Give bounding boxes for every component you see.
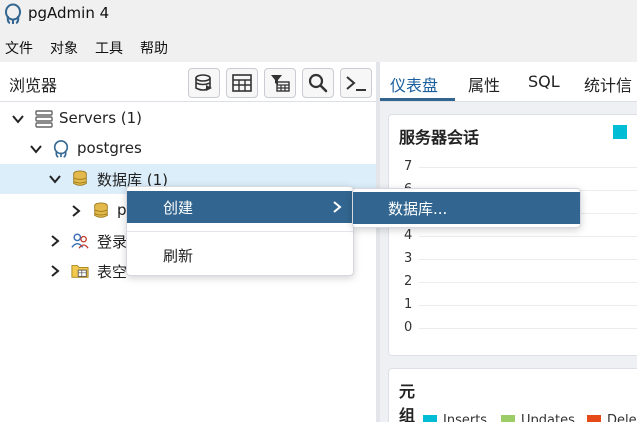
dashboard-panel: 仪表盘 属性 SQL 统计信 服务器会话 7 6 5 4 3 2 1 0 (380, 62, 637, 422)
psql-tool-button[interactable] (340, 68, 372, 98)
y-tick-label: 4 (404, 228, 413, 243)
view-data-button[interactable] (226, 68, 258, 98)
y-tick-label: 2 (404, 274, 413, 289)
tuples-title-line1: 元 (399, 382, 416, 401)
y-tick-label: 7 (404, 159, 413, 174)
server-sessions-card: 服务器会话 7 6 5 4 3 2 1 0 (388, 114, 637, 356)
inserts-legend-label: Inserts (443, 413, 488, 422)
chevron-right-icon[interactable] (48, 234, 62, 248)
y-tick-label: 0 (404, 320, 413, 335)
filter-table-icon (271, 75, 290, 92)
chevron-right-icon[interactable] (69, 204, 83, 218)
chevron-right-icon[interactable] (48, 264, 62, 278)
tree-label-servers: Servers (1) (59, 109, 143, 127)
server-sessions-title: 服务器会话 (399, 128, 480, 147)
gridline (419, 259, 637, 260)
tab-properties[interactable]: 属性 (468, 72, 500, 96)
search-objects-button[interactable] (302, 68, 334, 98)
tree-label-login-roles: 登录 (97, 233, 128, 251)
tab-sql[interactable]: SQL (528, 72, 560, 91)
gridline (419, 167, 637, 168)
y-tick-label: 1 (404, 297, 413, 312)
menu-separator (127, 231, 353, 232)
tab-bar: 仪表盘 属性 SQL 统计信 (380, 62, 637, 102)
gridline (419, 305, 637, 306)
menu-help[interactable]: 帮助 (140, 38, 168, 58)
context-menu: 创建 刷新 (126, 186, 354, 276)
tab-dashboard[interactable]: 仪表盘 (390, 72, 438, 96)
updates-legend-swatch (501, 415, 515, 422)
tuples-title-line2: 组 (399, 406, 416, 422)
menu-object[interactable]: 对象 (50, 38, 78, 58)
tab-statistics[interactable]: 统计信 (584, 72, 632, 96)
filtered-rows-button[interactable] (264, 68, 296, 98)
refresh-label: 刷新 (163, 247, 194, 265)
pgadmin-logo-icon (5, 3, 21, 24)
title-bar: pgAdmin 4 (0, 0, 637, 30)
database-icon (73, 170, 87, 186)
updates-legend-label: Updates (521, 413, 575, 422)
login-roles-icon (71, 233, 89, 249)
menu-tools[interactable]: 工具 (95, 38, 123, 58)
inserts-legend-swatch (423, 415, 437, 422)
create-label: 创建 (163, 199, 194, 217)
browser-header: 浏览器 (0, 62, 376, 102)
active-tab-indicator (380, 98, 455, 101)
deletes-legend-swatch (587, 415, 601, 422)
gridline (419, 282, 637, 283)
chevron-down-icon[interactable] (11, 112, 25, 126)
sessions-legend-swatch (613, 125, 627, 139)
gridline (419, 236, 637, 237)
search-icon (308, 73, 328, 93)
chevron-right-icon (333, 201, 342, 213)
context-menu-create[interactable]: 创建 (127, 191, 353, 223)
table-icon (232, 74, 252, 92)
create-database-label: 数据库... (388, 200, 448, 218)
query-tool-button[interactable] (188, 68, 220, 98)
menu-file[interactable]: 文件 (5, 38, 33, 58)
deletes-legend-label: Deletes (607, 413, 637, 422)
create-submenu: 数据库... (352, 188, 581, 228)
context-menu-refresh[interactable]: 刷新 (127, 239, 353, 271)
tree-label-tablespaces: 表空 (97, 263, 128, 281)
tablespace-icon (71, 265, 89, 278)
tree-label-postgres: postgres (77, 139, 142, 157)
terminal-icon (346, 76, 366, 91)
tree-node-postgres[interactable]: postgres (0, 134, 376, 164)
pgadmin-window: pgAdmin 4 文件 对象 工具 帮助 浏览器 Servers (1) po… (0, 0, 637, 422)
chevron-down-icon[interactable] (29, 142, 43, 156)
database-icon (94, 202, 108, 218)
database-icon (195, 74, 212, 91)
elephant-icon (53, 140, 69, 158)
gridline (419, 328, 637, 329)
window-title: pgAdmin 4 (28, 4, 110, 22)
servers-icon (35, 110, 53, 128)
browser-title: 浏览器 (9, 76, 58, 95)
y-tick-label: 3 (404, 251, 413, 266)
tree-node-servers[interactable]: Servers (1) (0, 104, 376, 134)
submenu-create-database[interactable]: 数据库... (353, 192, 580, 224)
chevron-down-icon[interactable] (48, 172, 62, 186)
menu-bar: 文件 对象 工具 帮助 (0, 30, 637, 62)
tuples-card: 元 组 Inserts Updates Deletes (388, 368, 637, 422)
